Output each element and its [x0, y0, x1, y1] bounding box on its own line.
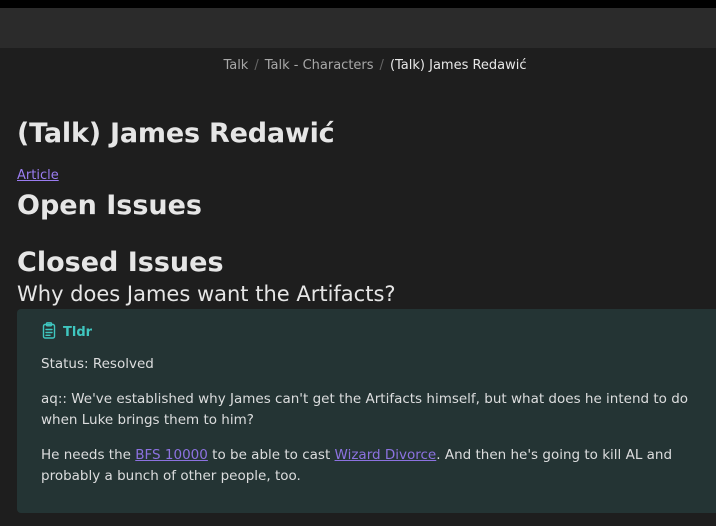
breadcrumb-item-talk-characters[interactable]: Talk - Characters — [265, 58, 374, 73]
callout-title[interactable]: Tldr — [41, 322, 92, 343]
window-top-strip — [0, 0, 716, 8]
clipboard-icon — [41, 322, 57, 343]
bfs-10000-link[interactable]: BFS 10000 — [135, 447, 208, 463]
article-link[interactable]: Article — [17, 168, 59, 183]
top-toolbar — [0, 8, 716, 48]
breadcrumb-item-talk[interactable]: Talk — [223, 58, 248, 73]
answer-text-part1: He needs the — [41, 447, 136, 463]
breadcrumb-separator: / — [379, 58, 384, 73]
status-text: Status: Resolved — [41, 356, 154, 372]
answer-text-part2: to be able to cast — [207, 447, 335, 463]
wizard-divorce-link[interactable]: Wizard Divorce — [335, 447, 437, 463]
callout-title-label: Tldr — [63, 325, 93, 340]
breadcrumb: Talk / Talk - Characters / (Talk) James Reda… — [0, 58, 716, 73]
tldr-callout: Tldr Status: Resolved aq:: We've establi… — [17, 309, 716, 513]
question-heading: Why does James want the Artifacts? — [17, 282, 396, 306]
callout-body: Status: Resolved aq:: We've established … — [41, 354, 705, 501]
question-text: aq:: We've established why James can't g… — [41, 391, 689, 428]
open-issues-heading: Open Issues — [17, 190, 203, 221]
answer-text: He needs the BFS 10000 to be able to cas… — [41, 445, 705, 487]
closed-issues-heading: Closed Issues — [17, 247, 224, 278]
page-title: (Talk) James Redawić — [17, 118, 335, 149]
breadcrumb-current: (Talk) James Redawić — [389, 58, 527, 73]
breadcrumb-separator: / — [254, 58, 259, 73]
